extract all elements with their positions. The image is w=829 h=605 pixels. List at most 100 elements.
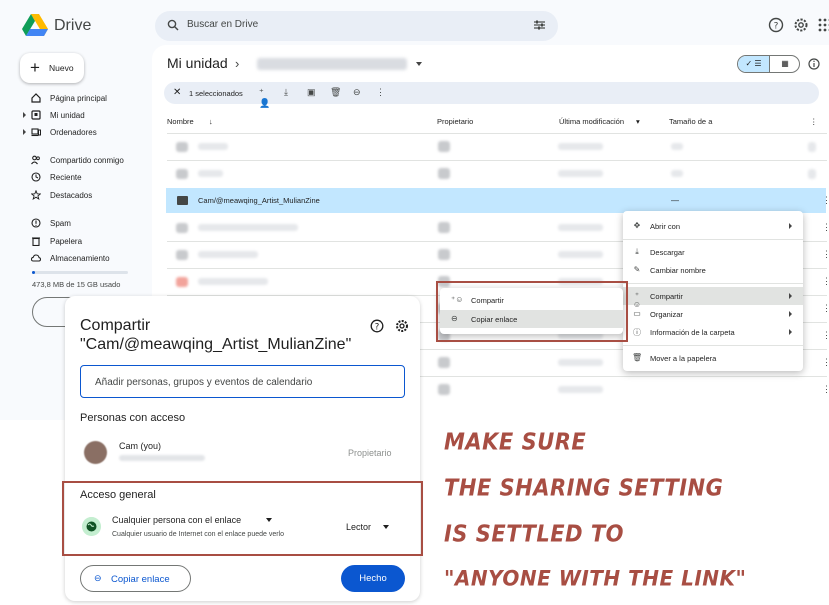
- sort-arrow-icon[interactable]: ↓: [209, 117, 213, 126]
- expand-caret-icon[interactable]: [23, 112, 26, 118]
- svg-text:?: ?: [375, 322, 380, 332]
- submenu-arrow-icon: [789, 223, 792, 229]
- cloud-icon: [31, 254, 41, 262]
- help-icon[interactable]: ?: [370, 319, 384, 333]
- column-header-owner[interactable]: Propietario: [437, 117, 473, 126]
- tune-icon[interactable]: [533, 19, 546, 31]
- download-icon: ⤓: [635, 247, 639, 256]
- view-toggle: ✓ ☰ ▦: [737, 55, 800, 73]
- done-button[interactable]: Hecho: [341, 565, 405, 592]
- new-button[interactable]: + Nuevo: [20, 53, 84, 83]
- column-header-modified[interactable]: Última modificación: [559, 117, 624, 126]
- annotation-highlight-box: [62, 481, 423, 556]
- folder-open-icon: ▭: [633, 309, 641, 318]
- computer-icon: [31, 128, 41, 137]
- breadcrumb-dropdown-icon[interactable]: [416, 62, 422, 66]
- sidebar-item-computers[interactable]: Ordenadores: [20, 125, 140, 141]
- sidebar-item-storage[interactable]: Almacenamiento: [20, 251, 140, 267]
- breadcrumb-my-drive[interactable]: Mi unidad: [167, 55, 228, 71]
- file-size: —: [671, 196, 679, 205]
- details-info-icon[interactable]: [808, 58, 820, 70]
- link-icon[interactable]: ⊖: [353, 87, 364, 98]
- search-input[interactable]: Buscar en Drive: [187, 19, 258, 30]
- search-icon[interactable]: [167, 19, 179, 31]
- annotation-line: MAKE SURE: [444, 429, 587, 455]
- person-add-icon: ⁺☺: [632, 291, 642, 309]
- person-email-redacted: [119, 455, 205, 461]
- menu-item-label: Compartir: [650, 292, 683, 301]
- expand-caret-icon[interactable]: [23, 129, 26, 135]
- settings-gear-icon[interactable]: [793, 17, 809, 33]
- sort-dropdown-icon[interactable]: ▾: [636, 117, 640, 126]
- sidebar-item-label: Reciente: [50, 173, 82, 182]
- column-header-name[interactable]: Nombre: [167, 117, 194, 126]
- row-more-vert-icon[interactable]: ⋮: [822, 330, 829, 341]
- sidebar-item-shared-with-me[interactable]: Compartido conmigo: [20, 153, 140, 169]
- trash-icon[interactable]: 🗑: [330, 87, 341, 98]
- help-icon[interactable]: ?: [768, 17, 784, 33]
- divider: [623, 239, 803, 240]
- menu-item-label: Cambiar nombre: [650, 266, 706, 275]
- share-person-add-icon[interactable]: ⁺👤: [259, 87, 270, 108]
- apps-grid-icon[interactable]: [817, 17, 829, 33]
- sidebar-item-recent[interactable]: Reciente: [20, 170, 140, 186]
- sidebar-item-home[interactable]: Página principal: [20, 91, 140, 107]
- menu-item-organize[interactable]: ▭ Organizar: [623, 305, 803, 323]
- sidebar-item-starred[interactable]: Destacados: [20, 188, 140, 204]
- sidebar-item-label: Mi unidad: [50, 111, 85, 120]
- menu-item-folder-info[interactable]: ⓘ Información de la carpeta: [623, 323, 803, 341]
- move-folder-icon[interactable]: ▣: [307, 87, 318, 98]
- sidebar-item-my-drive[interactable]: Mi unidad: [20, 108, 140, 124]
- file-name: Cam/@meawqing_Artist_MulianZine: [198, 196, 320, 205]
- row-more-vert-icon[interactable]: ⋮: [822, 195, 829, 206]
- column-header-size[interactable]: Tamaño de a: [669, 117, 712, 126]
- plus-icon: +: [30, 58, 40, 77]
- sidebar-item-trash[interactable]: Papelera: [20, 234, 140, 250]
- add-people-input[interactable]: Añadir personas, grupos y eventos de cal…: [80, 365, 405, 398]
- sidebar-item-label: Papelera: [50, 237, 83, 246]
- done-button-label: Hecho: [359, 573, 387, 584]
- clear-selection-close-icon[interactable]: ✕: [173, 87, 181, 98]
- row-more-vert-icon[interactable]: ⋮: [822, 249, 829, 260]
- copy-link-button[interactable]: ⊖ Copiar enlace: [80, 565, 191, 592]
- menu-item-label: Mover a la papelera: [650, 354, 717, 363]
- search-bar[interactable]: Buscar en Drive: [155, 11, 558, 41]
- submenu-arrow-icon: [789, 329, 792, 335]
- link-icon: ⊖: [94, 573, 102, 583]
- divider: [623, 283, 803, 284]
- submenu-arrow-icon: [789, 311, 792, 317]
- annotation-line: THE SHARING SETTING: [444, 475, 724, 501]
- row-more-vert-icon[interactable]: ⋮: [822, 384, 829, 395]
- sidebar-item-spam[interactable]: Spam: [20, 216, 140, 232]
- table-row[interactable]: [166, 161, 826, 186]
- more-vert-icon[interactable]: ⋮: [376, 87, 387, 98]
- menu-item-move-to-trash[interactable]: 🗑 Mover a la papelera: [623, 349, 803, 367]
- table-header: Nombre ↓ Propietario Última modificación…: [167, 117, 822, 131]
- add-people-placeholder: Añadir personas, grupos y eventos de cal…: [95, 377, 313, 388]
- person-name: Cam (you): [119, 441, 162, 451]
- sidebar-item-label: Página principal: [50, 94, 107, 103]
- table-row-selected[interactable]: Cam/@meawqing_Artist_MulianZine — ⋮: [166, 188, 829, 213]
- menu-item-share[interactable]: ⁺☺ Compartir: [623, 287, 803, 309]
- clock-icon: [31, 172, 41, 182]
- menu-item-download[interactable]: ⤓ Descargar: [623, 243, 803, 261]
- context-menu: ✥ Abrir con ⤓ Descargar ✎ Cambiar nombre…: [623, 211, 803, 371]
- menu-item-rename[interactable]: ✎ Cambiar nombre: [623, 261, 803, 279]
- list-view-button[interactable]: ✓ ☰: [738, 56, 769, 72]
- grid-view-button[interactable]: ▦: [769, 56, 799, 72]
- menu-item-open-with[interactable]: ✥ Abrir con: [623, 217, 803, 235]
- person-role: Propietario: [348, 448, 392, 458]
- breadcrumb-current-folder-redacted[interactable]: [257, 58, 407, 70]
- more-vert-icon[interactable]: ⋮: [810, 117, 818, 126]
- row-more-vert-icon[interactable]: ⋮: [822, 303, 829, 314]
- row-more-vert-icon[interactable]: ⋮: [822, 276, 829, 287]
- people-icon: [31, 155, 40, 165]
- storage-bar: [32, 271, 128, 274]
- settings-gear-icon[interactable]: [395, 319, 409, 333]
- row-more-vert-icon[interactable]: ⋮: [822, 222, 829, 233]
- download-icon[interactable]: ⤓: [284, 87, 295, 98]
- app-name[interactable]: Drive: [54, 17, 91, 35]
- table-row[interactable]: [166, 134, 826, 159]
- row-more-vert-icon[interactable]: ⋮: [822, 357, 829, 368]
- annotation-line: IS SETTLED TO: [444, 521, 624, 547]
